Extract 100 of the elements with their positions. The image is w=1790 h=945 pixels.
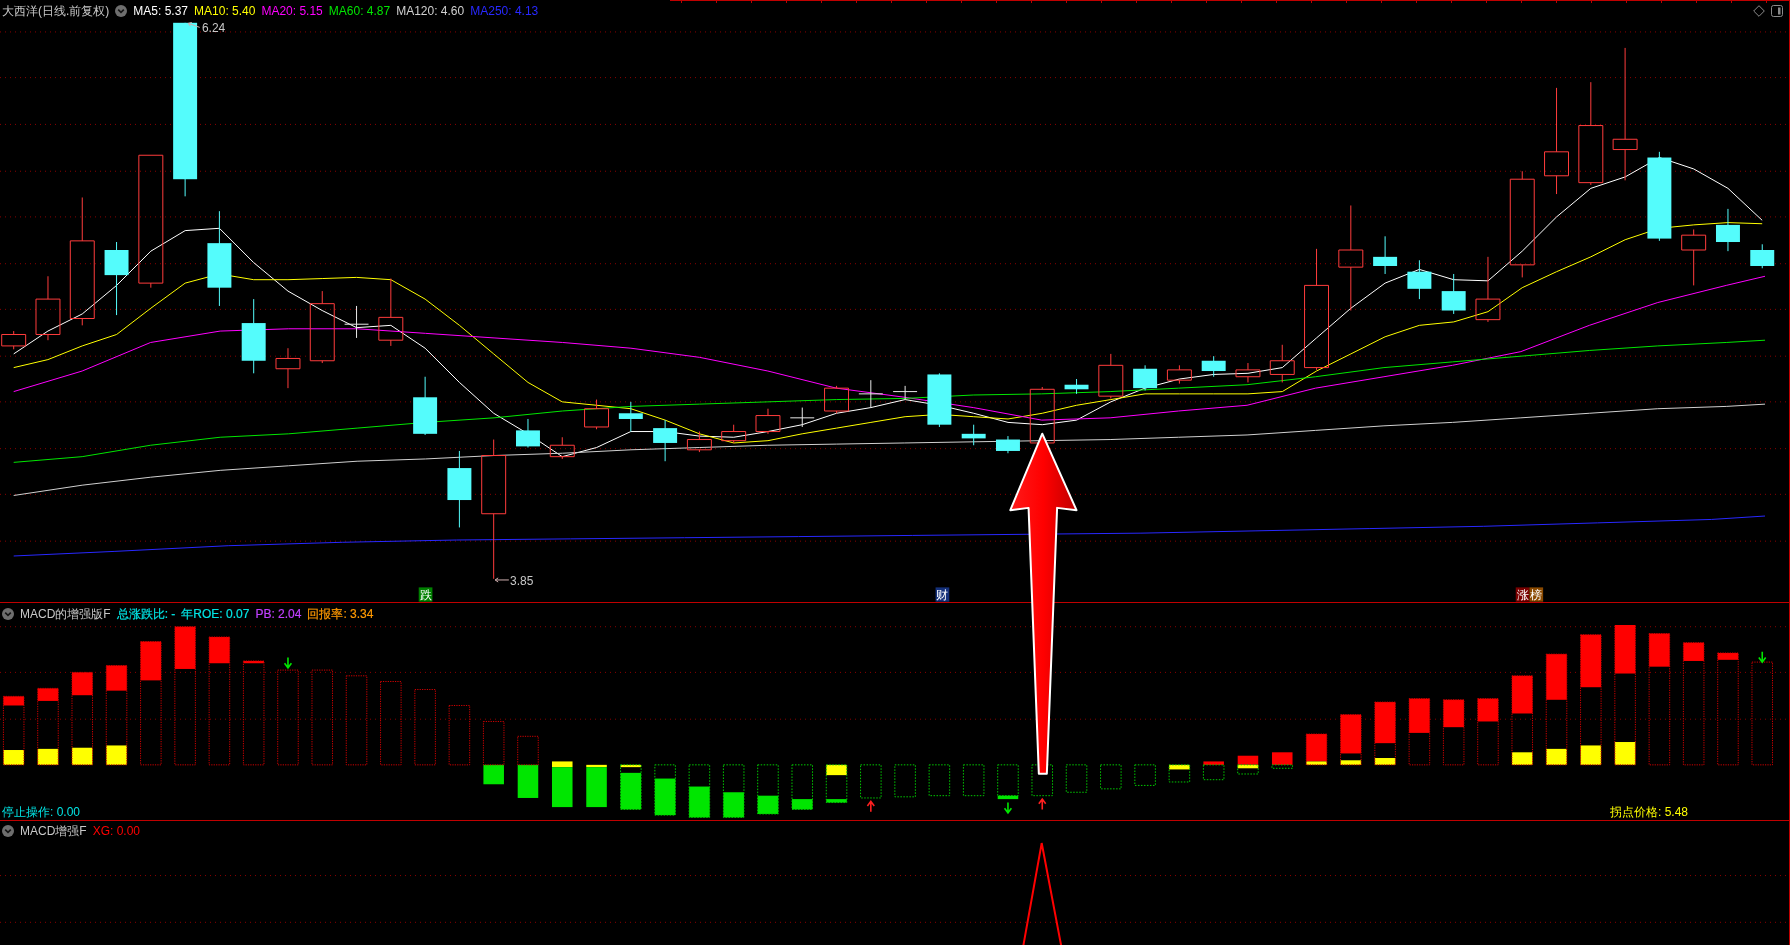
candlestick	[35, 275, 61, 341]
indicator-value: MA20: 5.15	[261, 3, 323, 19]
candlestick	[344, 305, 369, 339]
candlestick	[275, 347, 301, 389]
histogram-bar	[552, 761, 573, 808]
histogram-bar	[962, 764, 985, 797]
histogram-bar	[894, 764, 916, 798]
down-arrow-icon	[1003, 801, 1013, 815]
event-tag: 榜	[1529, 587, 1544, 602]
candlestick	[1373, 235, 1398, 275]
histogram-bar	[722, 764, 745, 818]
candlestick	[516, 418, 540, 448]
candlestick	[1269, 344, 1295, 383]
event-tag: 跌	[418, 587, 433, 602]
histogram-bar	[1031, 764, 1053, 797]
candlestick	[1681, 228, 1707, 286]
indicator-value: XG: 0.00	[92, 823, 141, 839]
indicator-value: 年ROE: 0.07	[181, 606, 250, 622]
candlestick	[1441, 273, 1466, 315]
histogram-bar	[586, 764, 607, 808]
event-tag: 财	[935, 587, 950, 602]
dropdown-icon[interactable]	[115, 5, 128, 17]
indicator-title: MACD增强F	[20, 823, 87, 839]
histogram-bar	[1374, 701, 1396, 766]
histogram-bar	[1168, 764, 1191, 783]
candlestick	[1475, 256, 1501, 323]
candlestick	[824, 385, 849, 414]
histogram-bar	[860, 764, 882, 799]
histogram-bar	[517, 735, 539, 798]
candlestick	[413, 376, 438, 436]
candlestick	[1201, 355, 1226, 378]
histogram-bar	[2, 695, 25, 766]
candlestick	[892, 385, 918, 401]
histogram-bar	[757, 764, 779, 815]
histogram-bar	[1477, 698, 1499, 766]
chart-title: 大西洋(日线.前复权)	[2, 3, 110, 19]
candlestick	[686, 431, 712, 453]
dropdown-icon[interactable]	[2, 825, 14, 837]
histogram-bar	[1408, 698, 1431, 766]
histogram-bar	[1305, 733, 1328, 766]
histogram-bar	[1340, 714, 1362, 766]
indicator-value: 回报率: 3.34	[307, 606, 374, 622]
candlestick	[858, 379, 884, 409]
indicator-value: MA250: 4.13	[470, 3, 539, 19]
histogram-bar	[1134, 764, 1156, 786]
candlestick	[653, 419, 678, 462]
histogram-bar	[654, 764, 676, 816]
event-tag: 涨	[1515, 587, 1530, 602]
candlestick	[549, 436, 575, 460]
dropdown-icon[interactable]	[2, 608, 14, 620]
leader-arrow	[494, 577, 510, 583]
up-arrow-icon	[866, 800, 876, 813]
histogram-bar	[928, 764, 951, 797]
leader-arrow	[187, 22, 201, 28]
histogram-bar	[1442, 699, 1465, 766]
candlestick	[789, 407, 815, 428]
candlestick	[961, 424, 986, 446]
candlestick	[996, 435, 1020, 454]
candlestick	[584, 399, 609, 430]
histogram-bar	[482, 720, 505, 785]
candlestick	[1235, 362, 1261, 383]
candlestick	[1098, 353, 1124, 399]
panel-toggle-icon[interactable]	[1771, 5, 1783, 17]
down-arrow-icon	[1758, 651, 1767, 664]
candlestick	[1407, 259, 1432, 300]
histogram-bar	[448, 705, 471, 766]
candlestick	[721, 424, 747, 444]
histogram-bar	[825, 764, 848, 804]
histogram-bar	[1202, 761, 1225, 781]
candlestick	[1716, 208, 1740, 252]
histogram-bar	[1271, 752, 1293, 769]
histogram-bar	[688, 764, 711, 818]
indicator-title: MACD的增强版F	[20, 606, 111, 622]
candlestick	[1133, 364, 1158, 391]
price-label: 3.85	[510, 573, 534, 588]
down-arrow-icon	[283, 656, 293, 670]
indicator-value: MA5: 5.37	[133, 3, 189, 19]
candlestick	[1029, 386, 1055, 446]
indicator-value: 总涨跌比: -	[116, 606, 176, 622]
indicator-value: PB: 2.04	[255, 606, 302, 622]
up-arrow-icon	[1038, 797, 1047, 811]
candlestick	[378, 278, 404, 347]
candlestick	[1064, 378, 1089, 395]
histogram-bar	[791, 764, 813, 810]
diamond-icon[interactable]	[1753, 5, 1765, 17]
candlestick	[927, 372, 952, 428]
indicator-value: 停止操作: 0.00	[2, 804, 81, 820]
histogram-bar	[1100, 764, 1122, 790]
candlestick	[618, 401, 643, 433]
candlestick	[1166, 364, 1192, 385]
candlestick	[755, 408, 781, 435]
indicator-value: 拐点价格: 5.48	[1610, 804, 1689, 820]
candlestick	[1, 330, 27, 350]
indicator-value: MA60: 4.87	[328, 3, 391, 19]
indicator-value: MA10: 5.40	[194, 3, 256, 19]
histogram-bar	[1065, 764, 1088, 793]
histogram-bar	[997, 764, 1019, 800]
candlestick	[1750, 243, 1775, 269]
indicator-value: MA120: 4.60	[396, 3, 465, 19]
histogram-bar	[620, 764, 642, 810]
